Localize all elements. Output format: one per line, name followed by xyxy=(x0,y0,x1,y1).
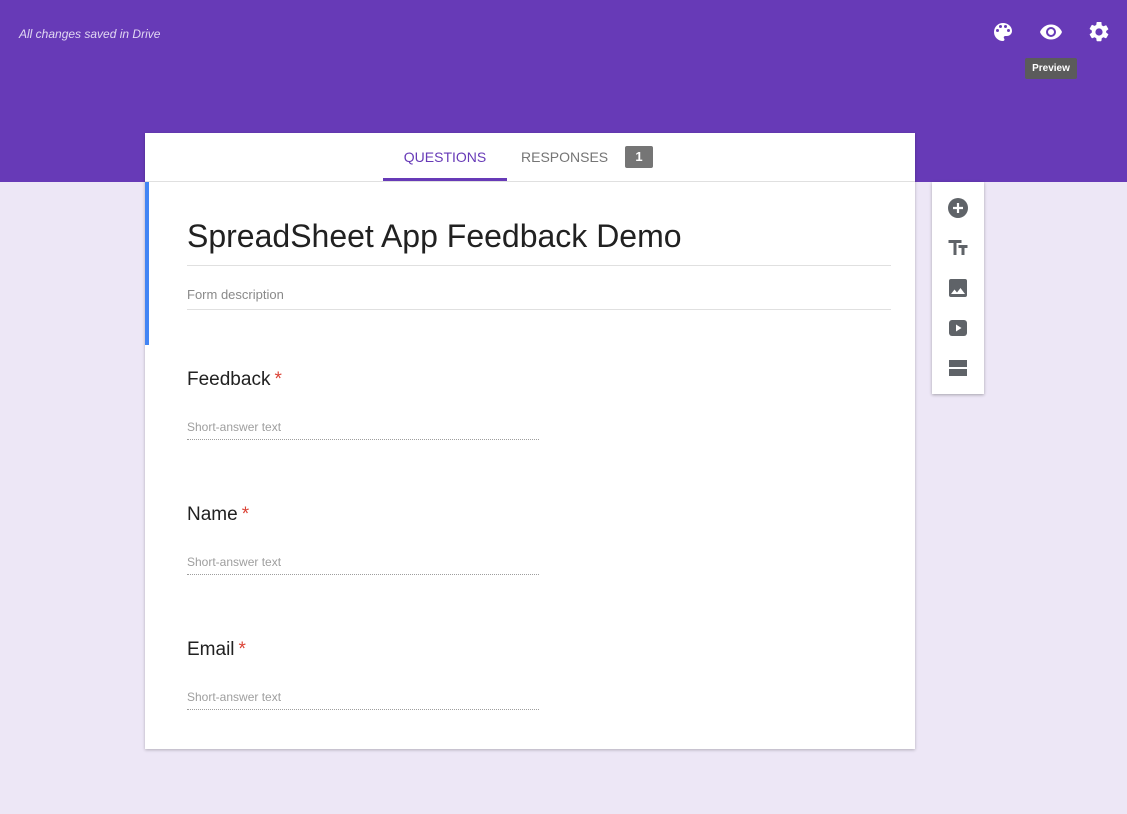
gear-icon[interactable] xyxy=(1087,20,1111,44)
active-tab-indicator xyxy=(383,178,507,181)
question-title-text: Email xyxy=(187,639,235,660)
form-description-input[interactable]: Form description xyxy=(187,287,891,310)
tab-bar: QUESTIONS RESPONSES 1 xyxy=(145,133,915,182)
question-title-text: Feedback xyxy=(187,369,271,390)
add-question-icon[interactable] xyxy=(946,196,970,220)
short-answer-field-feedback: Short-answer text xyxy=(187,420,539,440)
add-title-icon[interactable] xyxy=(946,236,970,260)
responses-count-badge: 1 xyxy=(625,146,653,168)
palette-icon[interactable] xyxy=(991,20,1015,44)
preview-tooltip: Preview xyxy=(1025,58,1077,79)
selected-section-accent xyxy=(145,182,149,345)
required-asterisk: * xyxy=(241,504,250,525)
question-title-email[interactable]: Email * xyxy=(187,639,246,661)
add-section-icon[interactable] xyxy=(946,356,970,380)
form-title[interactable]: SpreadSheet App Feedback Demo xyxy=(187,213,891,266)
question-title-name[interactable]: Name * xyxy=(187,504,249,526)
floating-toolbar xyxy=(932,182,984,394)
save-status: All changes saved in Drive xyxy=(19,27,161,41)
required-asterisk: * xyxy=(238,639,246,660)
question-title-text: Name xyxy=(187,504,238,525)
required-asterisk: * xyxy=(274,369,282,390)
form-card: QUESTIONS RESPONSES 1 SpreadSheet App Fe… xyxy=(145,133,915,749)
eye-icon[interactable] xyxy=(1039,20,1063,44)
tab-questions[interactable]: QUESTIONS xyxy=(383,133,507,181)
question-title-feedback[interactable]: Feedback * xyxy=(187,369,282,391)
short-answer-field-name: Short-answer text xyxy=(187,555,539,575)
add-video-icon[interactable] xyxy=(946,316,970,340)
add-image-icon[interactable] xyxy=(946,276,970,300)
short-answer-field-email: Short-answer text xyxy=(187,690,539,710)
